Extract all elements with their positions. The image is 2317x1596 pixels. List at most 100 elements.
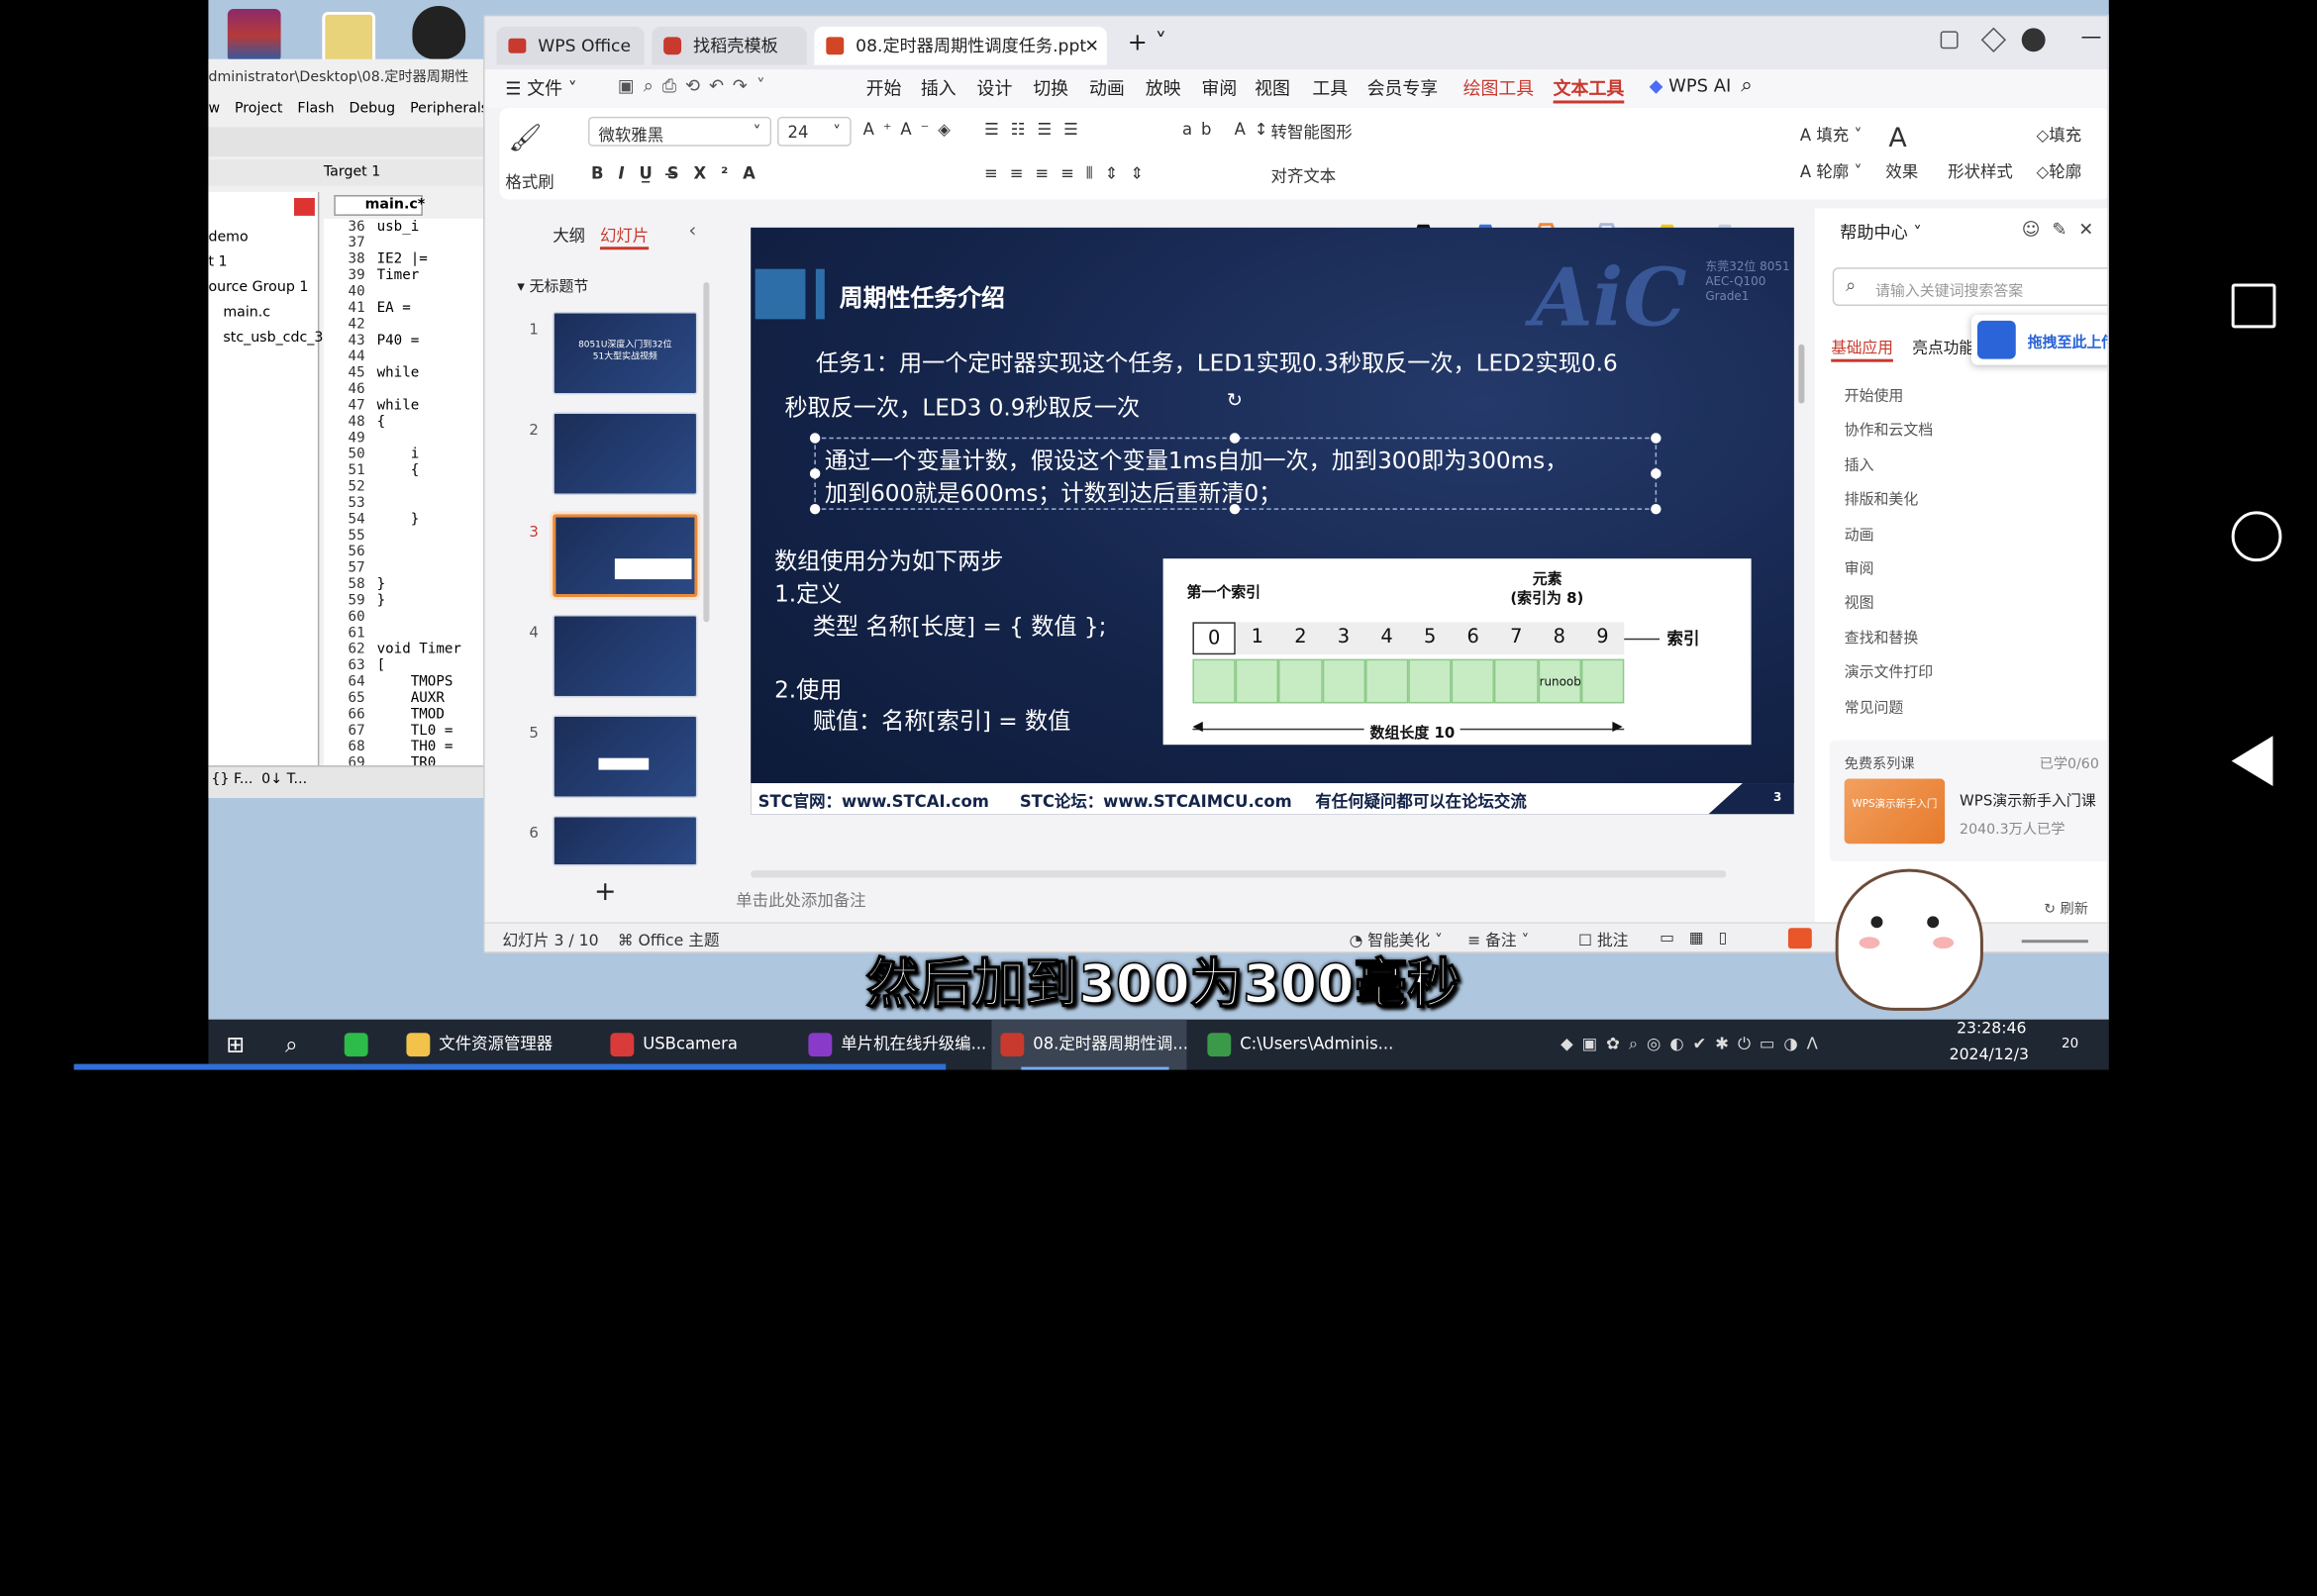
slide-scrollbar[interactable] xyxy=(1798,344,1805,404)
search-icon[interactable]: ⌕ xyxy=(285,1020,298,1070)
taskbar-isp[interactable]: 单片机在线升级编... xyxy=(799,1020,986,1070)
notification-badge[interactable]: 20 xyxy=(2062,1020,2078,1070)
task-text-line1[interactable]: 任务1：用一个定时器实现这个任务，LED1实现0.3秒取反一次，LED2实现0.… xyxy=(816,346,1618,378)
menu-member[interactable]: 会员专享 xyxy=(1367,75,1439,100)
document-icon[interactable] xyxy=(322,11,376,65)
slide-thumbnail-2[interactable] xyxy=(553,412,698,495)
qq-icon[interactable] xyxy=(412,5,466,59)
help-title[interactable]: 帮助中心 ˅ xyxy=(1840,220,1922,244)
search-icon[interactable]: ⌕ xyxy=(1741,74,1753,98)
home-button[interactable] xyxy=(2231,511,2282,562)
help-item[interactable]: 审阅 xyxy=(1845,555,1874,577)
drag-upload-banner[interactable]: 拖拽至此上传 xyxy=(1970,314,2108,365)
menu-file[interactable]: ☰ 文件 ˅ xyxy=(505,75,576,100)
tab-template[interactable]: 找稻壳模板 xyxy=(652,26,807,65)
keil-target[interactable]: Target 1 xyxy=(324,164,380,180)
help-header-icons[interactable]: ☺✎✕ xyxy=(2022,219,2106,240)
resize-handle[interactable] xyxy=(809,433,821,444)
menu-tools[interactable]: 工具 xyxy=(1312,75,1348,100)
font-size-select[interactable]: 24 ˅ xyxy=(777,116,852,147)
help-tab-highlights[interactable]: 亮点功能 xyxy=(1912,337,1974,358)
menu-design[interactable]: 设计 xyxy=(977,75,1013,100)
window-mode-icon[interactable] xyxy=(1940,31,1959,50)
help-item[interactable]: 常见问题 xyxy=(1845,694,1904,716)
text-outline-button[interactable]: A 轮廓 ˅ xyxy=(1800,159,1863,183)
menu-drawing-tools[interactable]: 绘图工具 xyxy=(1463,75,1535,100)
slide-title[interactable]: 周期性任务介绍 xyxy=(840,278,1005,314)
taskbar-wps[interactable]: 08.定时器周期性调... xyxy=(991,1019,1188,1070)
taskbar-usbcamera[interactable]: USBcamera xyxy=(601,1020,778,1070)
tab-slides[interactable]: 幻灯片 xyxy=(599,223,650,250)
resize-handle[interactable] xyxy=(1651,433,1662,444)
resize-handle[interactable] xyxy=(809,468,821,479)
menu-transition[interactable]: 切换 xyxy=(1033,75,1068,100)
close-icon[interactable] xyxy=(294,197,315,216)
shape-style-button[interactable]: 形状样式 xyxy=(1948,159,2013,183)
format-painter-label[interactable]: 格式刷 xyxy=(505,170,554,194)
text-fill-button[interactable]: A 填充 ˅ xyxy=(1800,123,1863,147)
help-item[interactable]: 查找和替换 xyxy=(1845,625,1919,647)
help-search-input[interactable]: ⌕ 请输入关键词搜索答案 xyxy=(1832,267,2108,306)
menu-animation[interactable]: 动画 xyxy=(1089,75,1125,100)
tree-item[interactable]: demo xyxy=(208,225,317,249)
menu-text-tools[interactable]: 文本工具 xyxy=(1553,75,1625,104)
tab-presentation[interactable]: 08.定时器周期性调度任务.ppt ✕ xyxy=(814,26,1107,65)
menu-slideshow[interactable]: 放映 xyxy=(1146,75,1181,100)
keil-menu-item[interactable]: Flash xyxy=(297,100,334,116)
slide-thumbnail-5[interactable] xyxy=(553,715,698,798)
menu-view[interactable]: 视图 xyxy=(1255,75,1290,100)
panel-scrollbar[interactable] xyxy=(703,282,710,623)
comment-button[interactable]: ☐ 批注 xyxy=(1578,930,1628,951)
keil-menu-item[interactable]: Peripherals xyxy=(410,100,487,116)
tab-wps-office[interactable]: WPS Office xyxy=(496,26,645,65)
slide-thumbnail-1[interactable]: 8051U深度入门到32位 51大型实战视频 xyxy=(553,311,698,395)
recents-button[interactable] xyxy=(2231,283,2276,329)
notes-button[interactable]: ≡ 备注 ˅ xyxy=(1467,930,1529,951)
winrar-icon[interactable] xyxy=(227,8,281,62)
task-text-line2[interactable]: 秒取反一次，LED3 0.9秒取反一次 xyxy=(785,390,1141,423)
array-text[interactable]: 类型 名称[长度] = { 数值 }; xyxy=(813,609,1107,642)
align-text-button[interactable]: 对齐文本 xyxy=(1271,164,1337,188)
resize-handle[interactable] xyxy=(809,503,821,515)
code-editor[interactable]: 36 37 38 39 40 41 42 43 44 45 46 47 48 49 50 51 52 53 54 55… xyxy=(323,218,488,771)
resize-handle[interactable] xyxy=(1229,433,1241,444)
slide-thumbnail-4[interactable] xyxy=(553,614,698,698)
play-button[interactable] xyxy=(1787,928,1812,949)
slide-thumbnail-6[interactable] xyxy=(553,815,698,866)
font-grow-shrink-icons[interactable]: A⁺A⁻◈ xyxy=(863,120,959,139)
align-icons[interactable]: ≡≡≡≡⫴⇕⇕ xyxy=(984,164,1156,185)
functions-tab[interactable]: {} F... xyxy=(211,771,252,787)
font-select[interactable]: 微软雅黑 ˅ xyxy=(588,116,772,147)
text-effect-icon[interactable]: A xyxy=(1888,123,1906,153)
text-direction-icons[interactable]: ab A↕ xyxy=(1182,120,1276,139)
horizontal-scrollbar[interactable] xyxy=(751,870,1727,878)
zoom-slider[interactable] xyxy=(2021,940,2088,944)
selected-text-line2[interactable]: 加到600就是600ms；计数到达后重新清0； xyxy=(825,476,1282,509)
help-tab-basic[interactable]: 基础应用 xyxy=(1831,337,1893,362)
minimize-icon[interactable]: — xyxy=(2080,25,2101,49)
close-tab-icon[interactable]: ✕ xyxy=(1084,27,1098,65)
text-style-gallery[interactable]: A A A A A A xyxy=(1389,108,1759,276)
templates-tab[interactable]: 0↓ T... xyxy=(261,771,307,787)
clock-date[interactable]: 2024/12/3 xyxy=(1950,1044,2029,1067)
windows-start-icon[interactable]: ⊞ xyxy=(226,1020,245,1070)
array-diagram[interactable]: 第一个索引 元素 (索引为 8) 0123456789 索引 runoob ◀ … xyxy=(1162,558,1752,746)
tray-icons[interactable]: ◆▣✿⌕◎◐✔✱⏻▭◑ꓥ xyxy=(1561,1020,1827,1070)
help-item[interactable]: 开始使用 xyxy=(1845,383,1904,405)
array-text[interactable]: 1.定义 xyxy=(774,576,842,609)
new-tab-icon[interactable]: + ˅ xyxy=(1128,28,1167,55)
selected-text-line1[interactable]: 通过一个变量计数，假设这个变量1ms自加一次，加到300即为300ms， xyxy=(825,444,1568,476)
selected-textbox[interactable]: 通过一个变量计数，假设这个变量1ms自加一次，加到300即为300ms， 加到6… xyxy=(809,433,1662,515)
resize-handle[interactable] xyxy=(1229,503,1241,515)
view-mode-icons[interactable]: ▭▦▯ xyxy=(1660,930,1742,948)
tree-item[interactable]: t 1 xyxy=(208,249,317,274)
refresh-button[interactable]: ↻ 刷新 xyxy=(2044,897,2088,917)
help-item[interactable]: 插入 xyxy=(1845,451,1874,473)
avatar[interactable] xyxy=(2021,28,2046,52)
tree-item[interactable]: stc_usb_cdc_3 xyxy=(208,325,323,349)
slide-thumbnail-3[interactable] xyxy=(553,514,698,597)
menu-insert[interactable]: 插入 xyxy=(921,75,957,100)
green-app-icon[interactable] xyxy=(344,1020,377,1070)
format-painter-icon[interactable]: 🖌 xyxy=(508,123,542,153)
help-item[interactable]: 视图 xyxy=(1845,590,1874,612)
